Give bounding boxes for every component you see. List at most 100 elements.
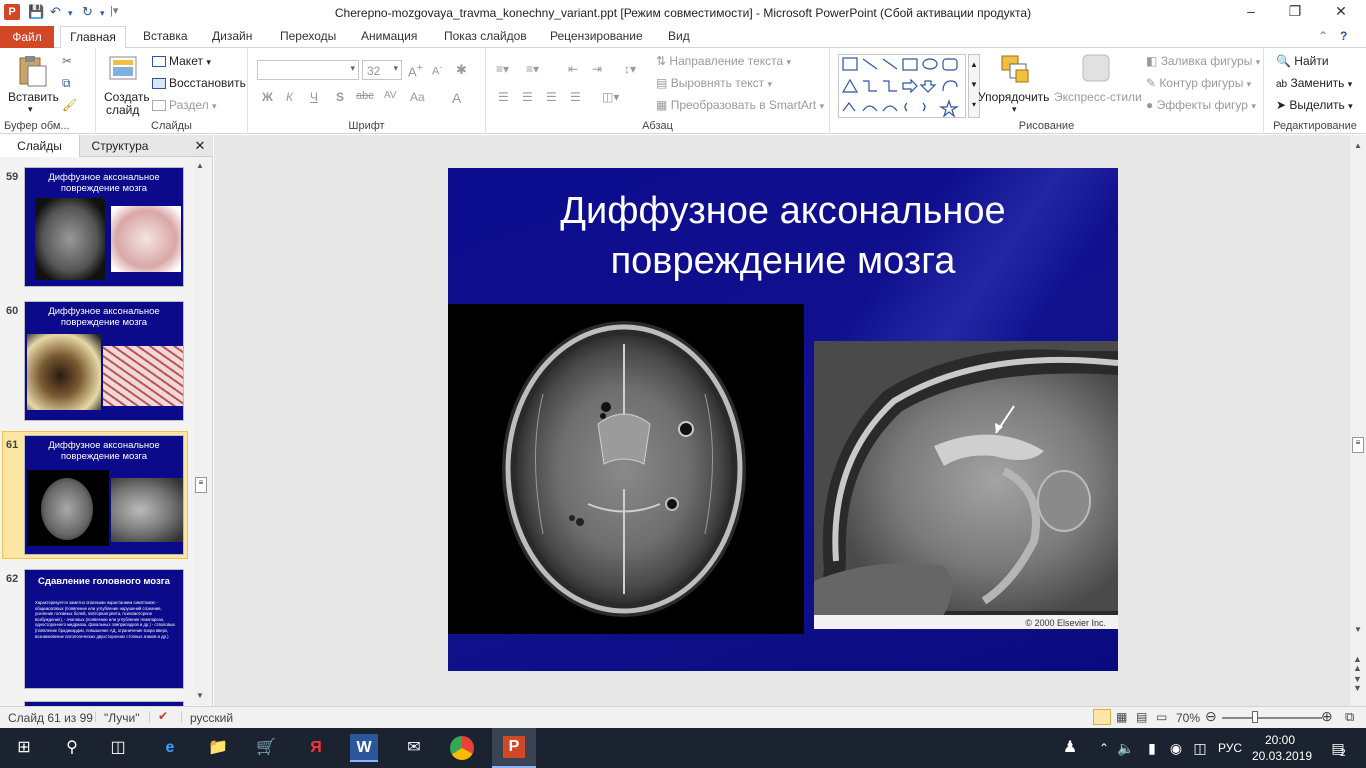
scroll-down-icon[interactable]: ▼	[1354, 625, 1362, 634]
yandex-icon[interactable]: Я	[302, 734, 330, 762]
mri-axial-image[interactable]	[448, 304, 804, 634]
numbering-icon[interactable]: ≡▾	[526, 62, 539, 76]
slide-thumbnail-61[interactable]: Диффузное аксональное повреждение мозга	[24, 435, 184, 555]
help-question-icon[interactable]: ?	[1340, 29, 1347, 43]
shape-outline-button[interactable]: ✎ Контур фигуры ▾	[1146, 76, 1251, 90]
close-panel-icon[interactable]: ✕	[190, 135, 210, 157]
scroll-thumb[interactable]: ≡	[195, 477, 207, 493]
edge-icon[interactable]: e	[156, 734, 184, 762]
zoom-in-icon[interactable]: ⊕	[1321, 708, 1333, 725]
replace-button[interactable]: ab Заменить ▾	[1276, 76, 1352, 90]
underline-button[interactable]: Ч	[310, 90, 318, 104]
zoom-level[interactable]: 70%	[1176, 711, 1200, 725]
paste-icon[interactable]	[14, 54, 50, 88]
align-center-icon[interactable]: ☰	[522, 90, 533, 104]
strikethrough-button[interactable]: abc	[356, 90, 374, 102]
align-right-icon[interactable]: ☰	[546, 90, 557, 104]
bullets-icon[interactable]: ≡▾	[496, 62, 509, 76]
shapes-gallery-scroll[interactable]: ▲ ▼ ▾	[968, 54, 980, 118]
justify-icon[interactable]: ☰	[570, 90, 581, 104]
smartart-button[interactable]: ▦ Преобразовать в SmartArt ▾	[656, 98, 824, 112]
close-icon[interactable]: ✕	[1326, 3, 1356, 20]
input-language[interactable]: РУС	[1218, 741, 1242, 755]
shadow-button[interactable]: S	[336, 90, 344, 104]
language[interactable]: русский	[190, 711, 233, 725]
tab-review[interactable]: Рецензирование	[550, 29, 643, 43]
format-painter-icon[interactable]: 🖌	[62, 98, 77, 112]
windows-start-icon[interactable]: ⊞	[10, 734, 38, 762]
spellcheck-icon[interactable]: ✔	[158, 709, 168, 723]
columns-icon[interactable]: ◫▾	[602, 90, 619, 104]
normal-view-icon[interactable]	[1093, 709, 1111, 725]
workspace-scrollbar[interactable]: ▲ ≡ ▼ ▲ ▲ ▼ ▼	[1350, 135, 1366, 706]
reset-button[interactable]: Восстановить	[152, 76, 246, 90]
shrink-font-icon[interactable]: A-	[432, 62, 442, 78]
tab-slideshow[interactable]: Показ слайдов	[444, 29, 527, 43]
tab-design[interactable]: Дизайн	[212, 29, 252, 43]
next-slide-icon[interactable]: ▼ ▼	[1353, 675, 1362, 693]
decrease-indent-icon[interactable]: ⇤	[568, 62, 578, 76]
scroll-up-icon[interactable]: ▲	[196, 161, 204, 170]
slide-thumbnail-59[interactable]: Диффузное аксональное повреждение мозга	[24, 167, 184, 287]
people-icon[interactable]: ♟	[1056, 734, 1084, 762]
restore-icon[interactable]: ❐	[1280, 3, 1310, 20]
clock[interactable]: 20:00 20.03.2019	[1252, 732, 1312, 764]
slide-thumbnail-62[interactable]: Сдавление головного мозга Характеризуетс…	[24, 569, 184, 689]
slide-thumbnail-60[interactable]: Диффузное аксональное повреждение мозга	[24, 301, 184, 421]
zoom-slider[interactable]	[1222, 717, 1322, 719]
notifications-icon[interactable]: ▤	[1324, 734, 1352, 762]
slide-title[interactable]: Диффузное аксональное повреждение мозга	[448, 186, 1118, 286]
fit-to-window-icon[interactable]: ⧉	[1345, 709, 1354, 725]
char-spacing-button[interactable]: AV	[384, 90, 397, 101]
italic-button[interactable]: К	[286, 90, 293, 104]
minimize-ribbon-icon[interactable]: ⌃	[1318, 29, 1328, 43]
new-slide-icon[interactable]	[106, 54, 140, 84]
word-icon[interactable]: W	[350, 734, 378, 762]
arrange-dropdown-icon[interactable]: ▾	[1012, 104, 1017, 115]
arrange-icon[interactable]	[998, 52, 1032, 86]
tab-slides-panel[interactable]: Слайды	[0, 135, 80, 157]
grow-font-icon[interactable]: A+	[408, 62, 423, 79]
panel-scrollbar[interactable]: ▲ ≡ ▼	[194, 159, 208, 705]
clear-format-icon[interactable]: ✱	[456, 62, 467, 78]
shapes-gallery[interactable]	[838, 54, 966, 118]
tab-view[interactable]: Вид	[668, 29, 690, 43]
task-view-icon[interactable]: ◫	[104, 734, 132, 762]
zoom-out-icon[interactable]: ⊖	[1205, 708, 1217, 725]
shape-fill-button[interactable]: ◧ Заливка фигуры ▾	[1146, 54, 1260, 68]
tab-insert[interactable]: Вставка	[143, 29, 188, 43]
file-explorer-icon[interactable]: 📁	[204, 734, 232, 762]
slide-sorter-icon[interactable]: ▦	[1116, 710, 1127, 724]
network-icon[interactable]: ◫	[1186, 734, 1214, 762]
chrome-icon[interactable]	[450, 736, 474, 760]
help-icon[interactable]: –	[1236, 3, 1266, 19]
scroll-thumb[interactable]: ≡	[1352, 437, 1364, 453]
change-case-button[interactable]: Aa	[410, 90, 425, 104]
current-slide[interactable]: Диффузное аксональное повреждение мозга	[448, 168, 1118, 671]
align-left-icon[interactable]: ☰	[498, 90, 509, 104]
tab-home[interactable]: Главная	[60, 26, 126, 49]
tab-animation[interactable]: Анимация	[361, 29, 417, 43]
tab-outline-panel[interactable]: Структура	[80, 135, 160, 157]
text-direction-button[interactable]: ⇅ Направление текста ▾	[656, 54, 791, 68]
arrange-button[interactable]: Упорядочить	[978, 90, 1049, 104]
zoom-slider-thumb[interactable]	[1252, 711, 1258, 723]
quick-styles-button[interactable]: Экспресс-стили	[1054, 90, 1142, 104]
search-icon[interactable]: ⚲	[58, 734, 86, 762]
new-slide-label-1[interactable]: Создать	[104, 90, 150, 104]
font-color-icon[interactable]: A	[452, 90, 461, 106]
reading-view-icon[interactable]: ▤	[1136, 710, 1147, 724]
new-slide-label-2[interactable]: слайд	[106, 103, 139, 117]
volume-icon[interactable]: 🔈	[1112, 734, 1140, 762]
mri-sagittal-image[interactable]: © 2000 Elsevier Inc.	[814, 341, 1118, 629]
mail-icon[interactable]: ✉	[400, 734, 428, 762]
store-icon[interactable]: 🛒	[252, 734, 280, 762]
paste-button[interactable]: Вставить	[8, 90, 59, 104]
font-name-input[interactable]: ▾	[257, 60, 359, 80]
shape-effects-button[interactable]: ● Эффекты фигур ▾	[1146, 98, 1256, 112]
font-size-input[interactable]: 32 ▾	[362, 60, 402, 80]
theme-name[interactable]: "Лучи"	[104, 711, 139, 725]
align-text-button[interactable]: ▤ Выровнять текст ▾	[656, 76, 772, 90]
scroll-up-icon[interactable]: ▲	[1354, 141, 1362, 150]
layout-button[interactable]: Макет ▾	[152, 54, 211, 68]
